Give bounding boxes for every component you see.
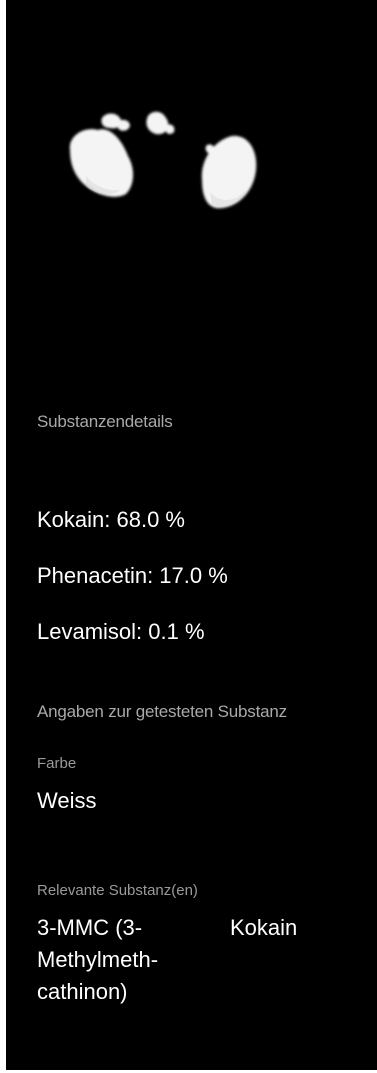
relevant-substances-label: Relevante Substanz(en) xyxy=(37,882,198,899)
component-line: Phenacetin: 17.0 % xyxy=(37,563,228,588)
color-label: Farbe xyxy=(37,755,77,772)
color-value: Weiss xyxy=(37,788,97,813)
component-line: Levamisol: 0.1 % xyxy=(37,619,205,644)
relevant-substance-item: 3-MMC (3-Methylmeth-cathinon) xyxy=(37,915,159,1004)
substance-detail-panel: Substanzendetails Kokain: 68.0 % Phenace… xyxy=(6,0,377,1070)
component-line: Kokain: 68.0 % xyxy=(37,507,185,532)
substance-details-heading: Substanzendetails xyxy=(37,412,173,431)
relevant-substance-item: Kokain xyxy=(230,915,298,940)
substance-photo xyxy=(69,111,257,209)
tested-substance-heading: Angaben zur getesteten Substanz xyxy=(37,702,287,721)
